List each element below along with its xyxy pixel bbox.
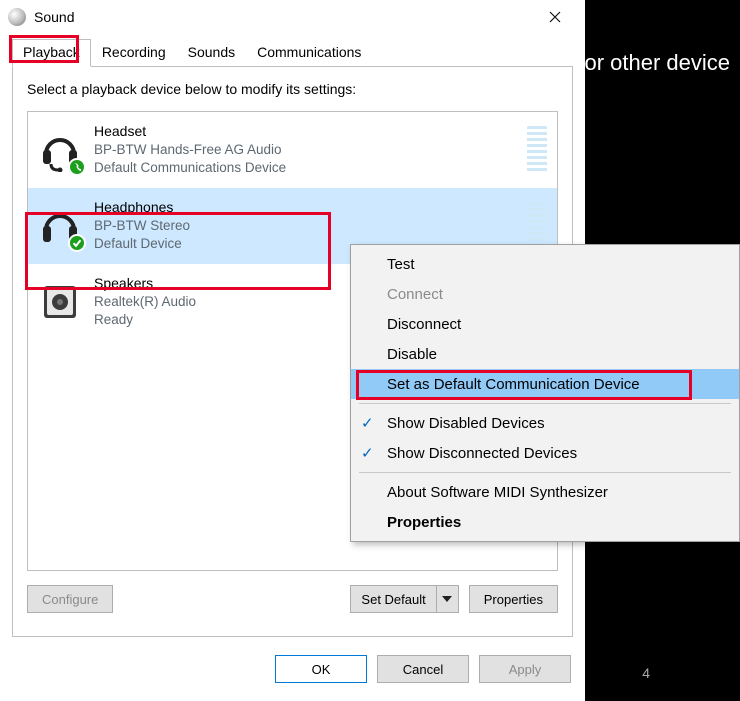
button-label: Set Default bbox=[351, 586, 435, 612]
ctx-label: Disable bbox=[387, 346, 437, 363]
ctx-label: Set as Default Communication Device bbox=[387, 376, 640, 393]
close-icon bbox=[549, 11, 561, 23]
level-meter bbox=[527, 126, 547, 174]
ok-button[interactable]: OK bbox=[275, 655, 367, 683]
ctx-label: Properties bbox=[387, 514, 461, 531]
ctx-label: Disconnect bbox=[387, 316, 461, 333]
button-label: Properties bbox=[484, 592, 543, 607]
check-badge-icon bbox=[68, 234, 86, 252]
ctx-show-disconnected[interactable]: ✓ Show Disconnected Devices bbox=[351, 438, 739, 468]
background-corner-char: 4 bbox=[642, 665, 650, 681]
device-subtitle: BP-BTW Hands-Free AG Audio bbox=[94, 141, 517, 159]
ctx-separator bbox=[359, 403, 731, 404]
device-name: Headphones bbox=[94, 198, 517, 217]
check-icon: ✓ bbox=[361, 414, 374, 432]
ctx-label: Show Disconnected Devices bbox=[387, 445, 577, 462]
button-label: Cancel bbox=[403, 662, 443, 677]
ctx-label: Connect bbox=[387, 286, 443, 303]
tab-recording[interactable]: Recording bbox=[91, 39, 177, 67]
check-icon: ✓ bbox=[361, 444, 374, 462]
tab-label: Communications bbox=[257, 44, 361, 60]
button-label: Apply bbox=[509, 662, 542, 677]
device-subtitle: BP-BTW Stereo bbox=[94, 217, 517, 235]
button-label: OK bbox=[312, 662, 331, 677]
bottom-button-row: Configure Set Default Properties bbox=[27, 585, 558, 613]
headphones-icon bbox=[38, 204, 82, 248]
tab-label: Recording bbox=[102, 44, 166, 60]
tab-label: Sounds bbox=[188, 44, 235, 60]
titlebar: Sound bbox=[0, 0, 585, 34]
device-context-menu: Test Connect Disconnect Disable Set as D… bbox=[350, 244, 740, 542]
ctx-test[interactable]: Test bbox=[351, 249, 739, 279]
tab-sounds[interactable]: Sounds bbox=[177, 39, 246, 67]
ctx-label: Show Disabled Devices bbox=[387, 415, 545, 432]
ctx-connect: Connect bbox=[351, 279, 739, 309]
device-headset[interactable]: Headset BP-BTW Hands-Free AG Audio Defau… bbox=[28, 112, 557, 188]
properties-button[interactable]: Properties bbox=[469, 585, 558, 613]
apply-button[interactable]: Apply bbox=[479, 655, 571, 683]
ctx-properties[interactable]: Properties bbox=[351, 507, 739, 537]
dialog-button-row: OK Cancel Apply bbox=[0, 647, 585, 701]
set-default-button[interactable]: Set Default bbox=[350, 585, 458, 613]
ctx-label: Test bbox=[387, 256, 415, 273]
level-meter bbox=[527, 202, 547, 250]
ctx-disconnect[interactable]: Disconnect bbox=[351, 309, 739, 339]
chevron-down-icon bbox=[442, 596, 452, 602]
cancel-button[interactable]: Cancel bbox=[377, 655, 469, 683]
speaker-icon bbox=[38, 280, 82, 324]
background-partial-text: or other device bbox=[584, 50, 730, 76]
ctx-label: About Software MIDI Synthesizer bbox=[387, 484, 608, 501]
configure-button[interactable]: Configure bbox=[27, 585, 113, 613]
tab-label: Playback bbox=[23, 44, 80, 60]
ctx-about-midi[interactable]: About Software MIDI Synthesizer bbox=[351, 477, 739, 507]
tab-strip: Playback Recording Sounds Communications bbox=[0, 34, 585, 66]
ctx-show-disabled[interactable]: ✓ Show Disabled Devices bbox=[351, 408, 739, 438]
device-name: Headset bbox=[94, 122, 517, 141]
dialog-title: Sound bbox=[34, 9, 533, 25]
button-label: Configure bbox=[42, 592, 98, 607]
instruction-text: Select a playback device below to modify… bbox=[27, 81, 558, 97]
device-text: Headset BP-BTW Hands-Free AG Audio Defau… bbox=[94, 122, 517, 177]
device-status: Default Communications Device bbox=[94, 159, 517, 177]
close-button[interactable] bbox=[533, 2, 577, 32]
ctx-set-default-communication[interactable]: Set as Default Communication Device bbox=[351, 369, 739, 399]
ctx-disable[interactable]: Disable bbox=[351, 339, 739, 369]
phone-badge-icon bbox=[68, 158, 86, 176]
set-default-dropdown[interactable] bbox=[436, 586, 458, 612]
headset-icon bbox=[38, 128, 82, 172]
tab-communications[interactable]: Communications bbox=[246, 39, 372, 67]
ctx-separator bbox=[359, 472, 731, 473]
sound-app-icon bbox=[8, 8, 26, 26]
tab-playback[interactable]: Playback bbox=[12, 39, 91, 67]
